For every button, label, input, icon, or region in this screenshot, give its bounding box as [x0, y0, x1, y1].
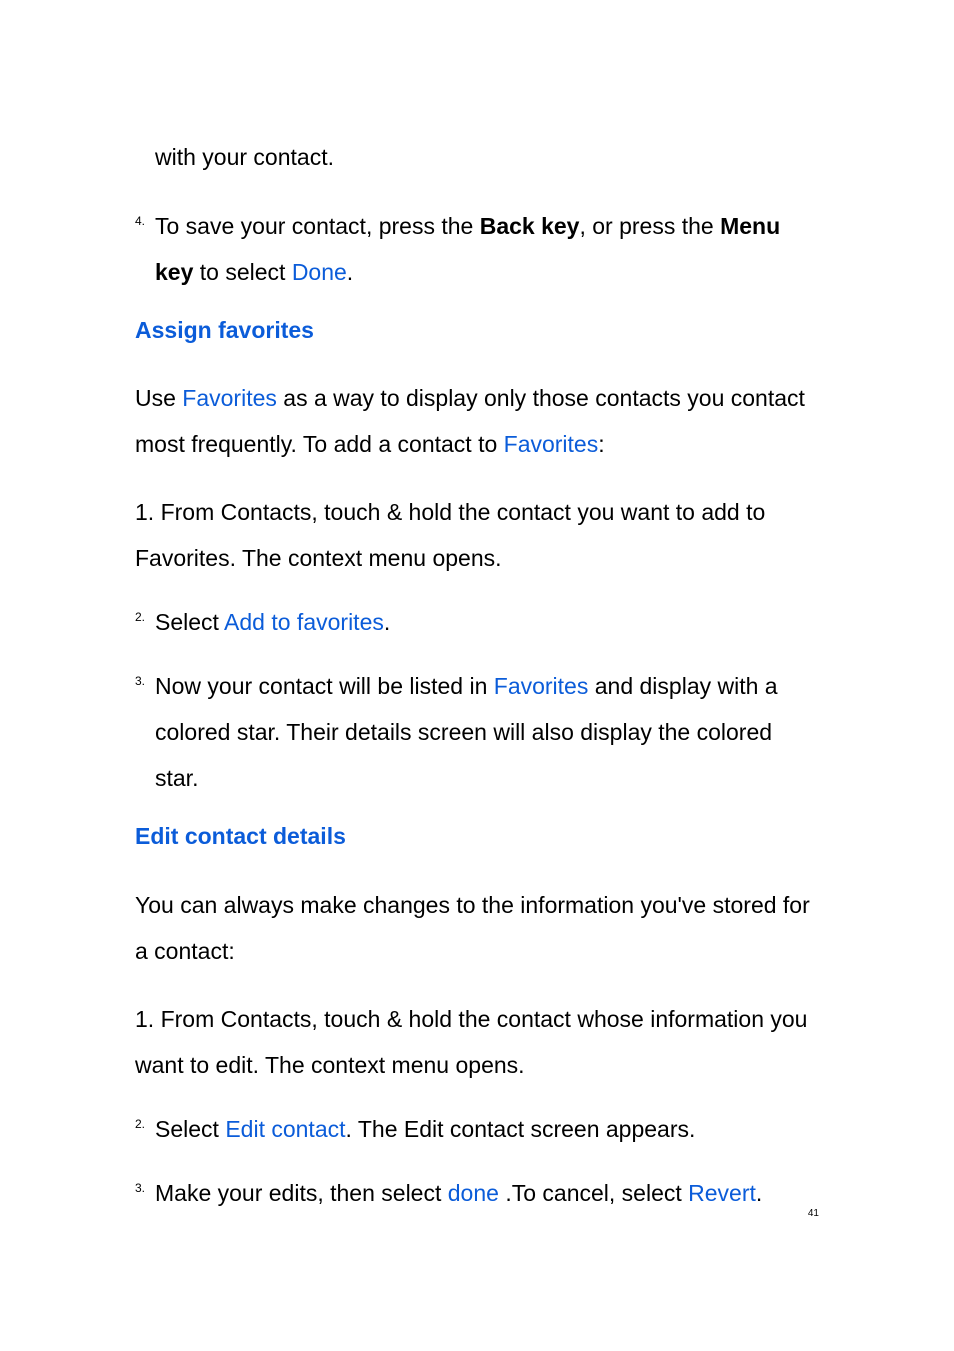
step-4-blue: Done	[292, 259, 347, 285]
section-heading-favorites: Assign favorites	[135, 313, 819, 348]
step-4-bold1: Back key	[480, 213, 580, 239]
fav-step-2-pre: Select	[155, 609, 224, 635]
step-4-text-pre: To save your contact, press the	[155, 213, 480, 239]
edit-step-3-blue1: done	[448, 1180, 499, 1206]
document-content: with your contact. 4. To save your conta…	[135, 140, 819, 1216]
favorites-step-2: 2. Select Add to favorites.	[135, 599, 819, 645]
step-4-end: .	[347, 259, 353, 285]
edit-intro: You can always make changes to the infor…	[135, 882, 819, 974]
edit-step-2-blue: Edit contact	[225, 1116, 345, 1142]
edit-step-3: 3. Make your edits, then select done .To…	[135, 1170, 819, 1216]
step-4: 4. To save your contact, press the Back …	[135, 203, 819, 295]
edit-step-1: 1. From Contacts, touch & hold the conta…	[135, 996, 819, 1088]
page-number: 41	[808, 1208, 819, 1219]
favorites-step-1: 1. From Contacts, touch & hold the conta…	[135, 489, 819, 581]
favorites-step-3: 3. Now your contact will be listed in Fa…	[135, 663, 819, 801]
intro-blue2: Favorites	[504, 431, 599, 457]
step-4-text-post: to select	[193, 259, 291, 285]
fav-step-3-blue: Favorites	[494, 673, 589, 699]
edit-step-2: 2. Select Edit contact. The Edit contact…	[135, 1106, 819, 1152]
fav-step-2-end: .	[384, 609, 390, 635]
fav-step-3-number: 3.	[135, 669, 145, 693]
edit-step-3-end: .	[756, 1180, 762, 1206]
intro-end: :	[598, 431, 604, 457]
edit-step-2-post: . The Edit contact screen appears.	[346, 1116, 696, 1142]
edit-step-3-number: 3.	[135, 1176, 145, 1200]
edit-step-2-pre: Select	[155, 1116, 225, 1142]
step-4-number: 4.	[135, 209, 145, 233]
fav-step-2-number: 2.	[135, 605, 145, 629]
edit-step-2-number: 2.	[135, 1112, 145, 1136]
edit-step-3-mid: .To cancel, select	[499, 1180, 688, 1206]
intro-blue1: Favorites	[182, 385, 277, 411]
edit-step-3-pre: Make your edits, then select	[155, 1180, 448, 1206]
favorites-intro: Use Favorites as a way to display only t…	[135, 375, 819, 467]
intro-pre: Use	[135, 385, 182, 411]
edit-step-3-blue2: Revert	[688, 1180, 756, 1206]
continuation-text: with your contact.	[155, 140, 819, 175]
step-4-text-mid: , or press the	[579, 213, 720, 239]
fav-step-3-pre: Now your contact will be listed in	[155, 673, 494, 699]
fav-step-2-blue: Add to favorites	[224, 609, 384, 635]
section-heading-edit: Edit contact details	[135, 819, 819, 854]
